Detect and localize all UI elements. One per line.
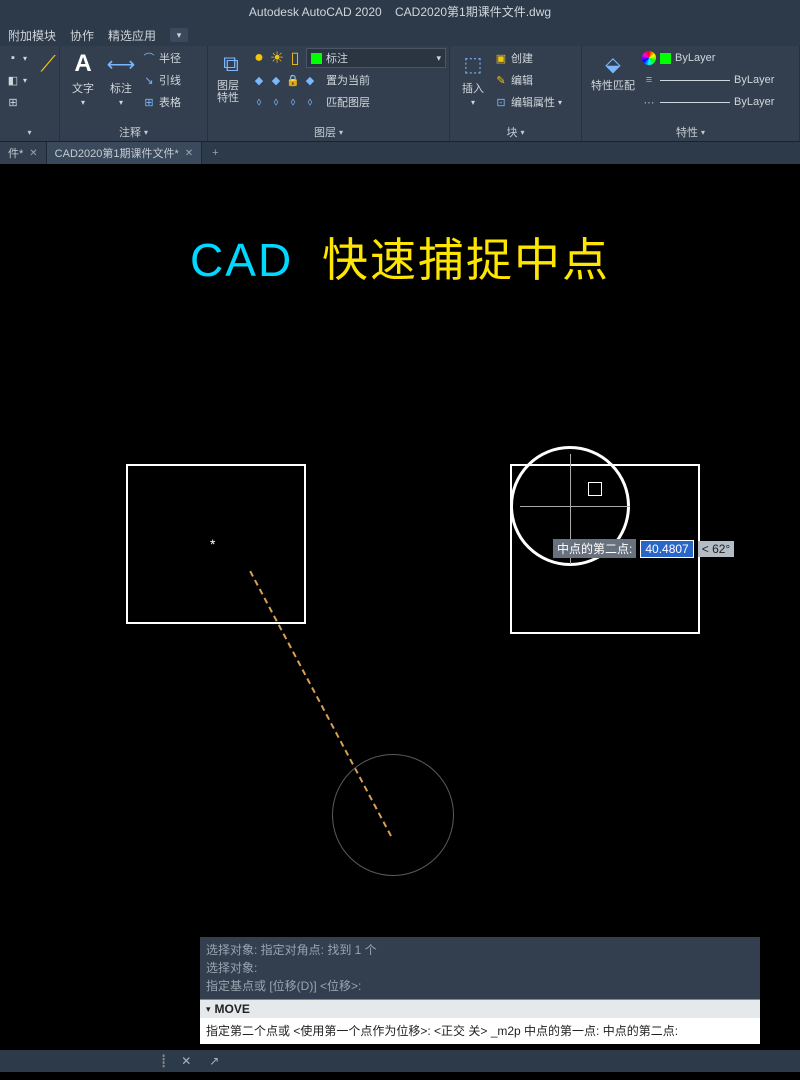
edit-icon: ✎	[494, 73, 508, 87]
dynamic-input-tooltip: 中点的第二点: 40.4807 < 62°	[553, 539, 734, 558]
radius-button[interactable]: ⌒半径	[142, 48, 181, 68]
ribbon-panel-edge: ▪▾ ◧▾ ⊞ ⟋ ▾	[0, 46, 60, 141]
color-dropdown[interactable]: ByLayer	[642, 48, 774, 68]
dimension-button[interactable]: ⟷ 标注 ▾	[104, 48, 138, 123]
command-name: MOVE	[215, 1002, 250, 1016]
color-wheel-icon	[642, 51, 656, 65]
match-layer-button[interactable]: ⬨⬨⬨⬨ 匹配图层	[252, 92, 446, 112]
command-prompt[interactable]: 指定第二个点或 <使用第一个点作为位移>: <正交 关> _m2p 中点的第一点…	[200, 1018, 760, 1044]
match-properties-button[interactable]: ⬙ 特性匹配	[588, 48, 638, 123]
misc-icon: ⊞	[6, 95, 20, 109]
match-props-icon: ⬙	[599, 50, 627, 78]
menu-overflow-icon[interactable]: ▾	[170, 28, 188, 42]
layer-properties-button[interactable]: ⧉ 图层特性	[214, 48, 248, 123]
create-block-button[interactable]: ▣创建	[494, 48, 562, 68]
command-history: 选择对象: 指定对角点: 找到 1 个 选择对象: 指定基点或 [位移(D)] …	[200, 937, 760, 999]
cursor-pickbox	[588, 482, 602, 496]
dot-icon: ▪	[6, 51, 20, 65]
create-icon: ▣	[494, 51, 508, 65]
ribbon-panel-layers: ⧉ 图层特性 ● ☀ ▯ 标注 ▾ ◆◆🔒◆ 置为当前 ⬨⬨⬨⬨ 匹配图层	[208, 46, 450, 141]
ribbon-panel-annotation: A 文字 ▾ ⟷ 标注 ▾ ⌒半径 ↘引线 ⊞表格 注释▾	[60, 46, 208, 141]
leader-icon: ↘	[142, 73, 156, 87]
close-icon[interactable]: ✕	[185, 148, 193, 159]
line-preview2	[660, 102, 730, 103]
ribbon-panel-block: ⬚ 插入 ▾ ▣创建 ✎编辑 ⊡编辑属性 ▾ 块▾	[450, 46, 582, 141]
ribbon-edge-btn1[interactable]: ▪▾	[6, 48, 27, 68]
ribbon: ▪▾ ◧▾ ⊞ ⟋ ▾ A 文字 ▾ ⟷ 标注 ▾ ⌒半径 ↘引线	[0, 46, 800, 142]
table-button[interactable]: ⊞表格	[142, 92, 181, 112]
layer-tool-icon: ◆	[252, 73, 266, 87]
panel-label-layers[interactable]: 图层▾	[214, 123, 443, 141]
line-preview	[660, 80, 730, 81]
lineweight-dropdown[interactable]: ≡ ByLayer	[642, 70, 774, 90]
sun-icon[interactable]: ☀	[270, 51, 284, 65]
dimension-icon: ⟷	[107, 50, 135, 78]
layers-icon: ⧉	[217, 50, 245, 78]
tab-1[interactable]: 件* ✕	[0, 142, 47, 164]
menu-featured[interactable]: 精选应用	[108, 27, 156, 44]
edit-attr-button[interactable]: ⊡编辑属性 ▾	[494, 92, 562, 112]
file-name: CAD2020第1期课件文件.dwg	[395, 5, 551, 19]
linetype-icon: ⋯	[642, 95, 656, 109]
menu-addon[interactable]: 附加模块	[8, 27, 56, 44]
leader-button[interactable]: ↘引线	[142, 70, 181, 90]
ribbon-edge-btn2[interactable]: ◧▾	[6, 70, 27, 90]
command-header: ▾ MOVE	[200, 999, 760, 1018]
circle-faded	[332, 754, 454, 876]
panel-label-properties[interactable]: 特性▾	[588, 123, 793, 141]
ribbon-edge-btn3[interactable]: ⊞	[6, 92, 27, 112]
app-name: Autodesk AutoCAD 2020	[249, 5, 382, 19]
document-tabs: 件* ✕ CAD2020第1期课件文件* ✕ +	[0, 142, 800, 164]
bulb-icon[interactable]: ●	[252, 51, 266, 65]
edit-block-button[interactable]: ✎编辑	[494, 70, 562, 90]
status-arrow-icon[interactable]: ↗	[205, 1054, 223, 1068]
layer-icon: ◧	[6, 73, 20, 87]
status-bar: ┋ ✕ ↗	[0, 1050, 800, 1072]
attr-icon: ⊡	[494, 95, 508, 109]
star-marker: *	[210, 536, 215, 552]
lock-icon[interactable]: ▯	[288, 51, 302, 65]
command-line-panel: 选择对象: 指定对角点: 找到 1 个 选择对象: 指定基点或 [位移(D)] …	[200, 937, 760, 1044]
lock2-icon: 🔒	[286, 73, 300, 87]
color-swatch	[660, 53, 671, 64]
title-bar: Autodesk AutoCAD 2020 CAD2020第1期课件文件.dwg	[0, 0, 800, 24]
insert-button[interactable]: ⬚ 插入 ▾	[456, 48, 490, 123]
radius-icon: ⌒	[142, 51, 156, 65]
set-current-button[interactable]: ◆◆🔒◆ 置为当前	[252, 70, 446, 90]
canvas-heading: CAD 快速捕捉中点	[0, 224, 800, 290]
tab-2[interactable]: CAD2020第1期课件文件* ✕	[47, 142, 202, 164]
tooltip-angle: < 62°	[698, 541, 735, 557]
layer-color-swatch	[311, 53, 322, 64]
lineweight-icon: ≡	[642, 73, 656, 87]
rectangle-left	[126, 464, 306, 624]
tooltip-value[interactable]: 40.4807	[640, 540, 693, 558]
panel-label-annotation[interactable]: 注释▾	[66, 123, 201, 141]
text-icon: A	[69, 50, 97, 78]
new-tab-button[interactable]: +	[202, 147, 228, 159]
panel-label-edge: ▾	[6, 123, 53, 141]
drawing-canvas[interactable]: CAD 快速捕捉中点 * 中点的第二点: 40.4807 < 62°	[0, 164, 800, 944]
close-icon[interactable]: ✕	[29, 148, 37, 159]
linetype-dropdown[interactable]: ⋯ ByLayer	[642, 92, 774, 112]
menu-collab[interactable]: 协作	[70, 27, 94, 44]
table-icon: ⊞	[142, 95, 156, 109]
crosshair-horizontal	[520, 506, 630, 507]
layer-dropdown[interactable]: 标注 ▾	[306, 48, 446, 68]
match-icon: ⬨	[252, 95, 266, 109]
status-close-icon[interactable]: ✕	[177, 1054, 195, 1068]
text-button[interactable]: A 文字 ▾	[66, 48, 100, 123]
menu-bar: 附加模块 协作 精选应用 ▾	[0, 24, 800, 46]
chevron-down-icon[interactable]: ▾	[206, 1004, 211, 1015]
insert-icon: ⬚	[459, 50, 487, 78]
panel-label-block[interactable]: 块▾	[456, 123, 575, 141]
ribbon-panel-properties: ⬙ 特性匹配 ByLayer ≡ ByLayer ⋯ ByLayer	[582, 46, 800, 141]
tooltip-label: 中点的第二点:	[553, 539, 636, 558]
ruler-icon: ⟋	[34, 50, 62, 78]
